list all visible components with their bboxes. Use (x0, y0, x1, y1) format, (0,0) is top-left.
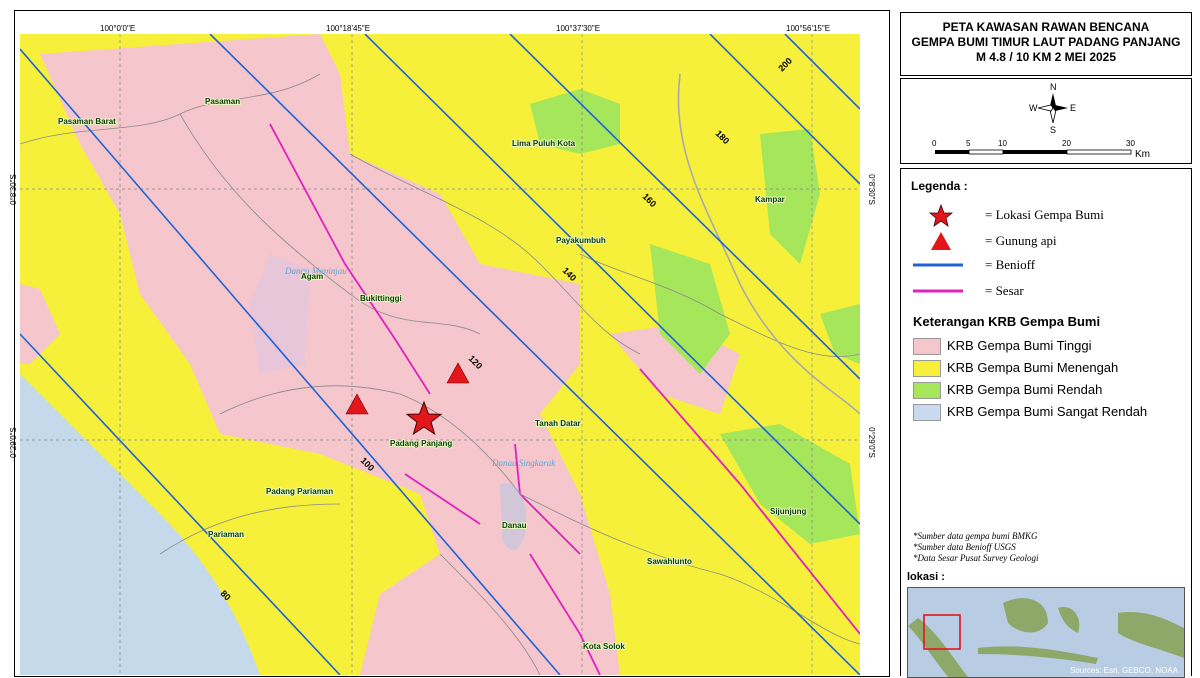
star-icon (928, 203, 954, 227)
compass-w: W (1029, 103, 1038, 113)
lon-label-1: 100°0'0"E (100, 24, 136, 33)
legend-item-benioff: = Benioff (901, 253, 1191, 277)
scale-tick-10: 10 (998, 139, 1007, 148)
legend-label-benioff: = Benioff (985, 257, 1036, 272)
lat-label-right-1: 0°8'30"S (866, 174, 876, 205)
krb-swatch-high (913, 338, 941, 355)
compass-s: S (1050, 125, 1056, 135)
place-pasaman: Pasaman (205, 97, 240, 106)
krb-label-low: KRB Gempa Bumi Rendah (947, 382, 1103, 397)
legend-label-volcano: = Gunung api (985, 233, 1057, 248)
krb-item-high: KRB Gempa Bumi Tinggi (913, 336, 1193, 356)
legend-item-volcano: = Gunung api (901, 229, 1191, 253)
place-lima-puluh-kota: Lima Puluh Kota (512, 139, 576, 148)
scale-unit: Km (1135, 149, 1150, 160)
legend-item-fault: = Sesar (901, 279, 1191, 303)
place-payakumbuh: Payakumbuh (556, 236, 606, 245)
title-line-2: GEMPA BUMI TIMUR LAUT PADANG PANJANG (911, 35, 1181, 49)
lat-label-right-2: 0°29'0"S (866, 427, 876, 458)
krb-label-very-low: KRB Gempa Bumi Sangat Rendah (947, 404, 1148, 419)
lat-label-left-2: 0°29'0"S (8, 427, 18, 458)
scale-tick-30: 30 (1126, 139, 1135, 148)
legend-label-fault: = Sesar (985, 283, 1024, 298)
place-sawahlunto: Sawahlunto (647, 557, 692, 566)
title-line-3: M 4.8 / 10 KM 2 MEI 2025 (975, 50, 1117, 64)
legend-panel: Legenda : = Lokasi Gempa Bumi = Gunung a… (900, 168, 1193, 678)
compass-e: E (1070, 103, 1076, 113)
krb-swatch-low (913, 382, 941, 399)
place-pariaman: Pariaman (208, 530, 244, 539)
scale-bar: 0 5 10 20 30 Km (932, 139, 1150, 160)
scale-tick-20: 20 (1062, 139, 1071, 148)
place-agam: Agam (301, 272, 323, 281)
place-pasaman-barat: Pasaman Barat (58, 117, 116, 126)
scale-tick-5: 5 (966, 139, 971, 148)
compass-panel: N S W E 0 5 10 20 30 Km (900, 78, 1192, 164)
krb-label-high: KRB Gempa Bumi Tinggi (947, 338, 1092, 353)
volcano-triangle-icon (931, 232, 951, 250)
krb-label-medium: KRB Gempa Bumi Menengah (947, 360, 1119, 375)
hazard-map[interactable]: 200 180 160 140 120 100 80 Danau Maninja… (20, 34, 860, 675)
lake-singkarak-label: Danau Singkarak (491, 458, 556, 468)
note-1: *Sumber data gempa bumi BMKG (913, 531, 1038, 541)
place-padang-pariaman: Padang Pariaman (266, 487, 333, 496)
krb-item-very-low: KRB Gempa Bumi Sangat Rendah (913, 402, 1193, 422)
compass-scale-graphic: N S W E 0 5 10 20 30 Km (932, 82, 1150, 160)
title-panel: PETA KAWASAN RAWAN BENCANA GEMPA BUMI TI… (900, 12, 1192, 76)
title-line-1: PETA KAWASAN RAWAN BENCANA (942, 20, 1150, 34)
data-source-notes: *Sumber data gempa bumi BMKG *Sumber dat… (913, 531, 1038, 564)
compass-rose-icon: N S W E (1029, 82, 1076, 135)
legend-item-epicenter: = Lokasi Gempa Bumi (901, 203, 1191, 227)
note-3: *Data Sesar Pusat Survey Geologi (913, 553, 1039, 563)
krb-swatch-medium (913, 360, 941, 377)
krb-title: Keterangan KRB Gempa Bumi (913, 314, 1101, 329)
krb-swatch-very-low (913, 404, 941, 421)
place-padang-panjang: Padang Panjang (390, 439, 452, 448)
krb-item-medium: KRB Gempa Bumi Menengah (913, 358, 1193, 378)
place-kampar: Kampar (755, 195, 785, 204)
krb-item-low: KRB Gempa Bumi Rendah (913, 380, 1193, 400)
magenta-line-icon (913, 289, 963, 293)
place-sijunjung: Sijunjung (770, 507, 807, 516)
lat-label-left-1: 0°8'30"S (8, 174, 18, 205)
lon-label-3: 100°37'30"E (556, 24, 601, 33)
legend-title: Legenda : (911, 179, 968, 193)
inset-graphic (908, 598, 1184, 677)
blue-line-icon (913, 263, 963, 267)
lokasi-label: lokasi : (907, 571, 945, 583)
inset-credit: Sources: Esri, GEBCO, NOAA (1069, 666, 1178, 675)
compass-n: N (1050, 82, 1057, 92)
place-tanah-datar: Tanah Datar (535, 419, 581, 428)
location-inset-map[interactable]: Sources: Esri, GEBCO, NOAA (907, 587, 1185, 678)
legend-label-epicenter: = Lokasi Gempa Bumi (985, 207, 1104, 222)
place-danau: Danau (502, 521, 527, 530)
place-kota-solok: Kota Solok (583, 642, 625, 651)
place-bukittinggi: Bukittinggi (360, 294, 402, 303)
lon-label-2: 100°18'45"E (326, 24, 371, 33)
scale-tick-0: 0 (932, 139, 937, 148)
lon-label-4: 100°56'15"E (786, 24, 831, 33)
note-2: *Sumber data Benioff USGS (913, 542, 1016, 552)
